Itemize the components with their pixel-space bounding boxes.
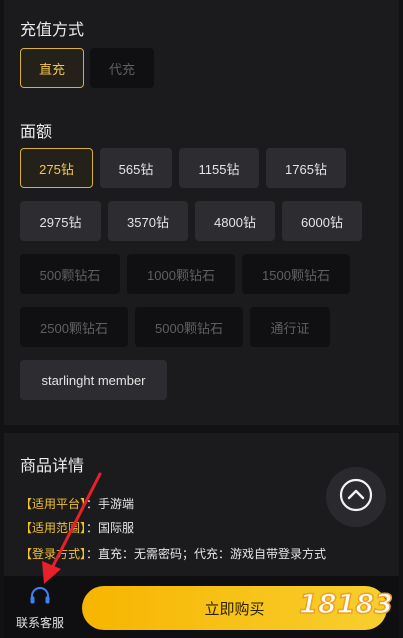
detail-separator: ：: [86, 521, 99, 535]
denomination-option-3570[interactable]: 3570钻: [108, 201, 188, 241]
detail-row-scope: 【适用范围】：国际服: [20, 519, 134, 536]
denomination-option-275[interactable]: 275钻: [20, 148, 93, 188]
denomination-option-1765[interactable]: 1765钻: [266, 148, 346, 188]
recharge-method-title: 充值方式: [20, 22, 85, 39]
denomination-title: 面额: [20, 124, 53, 141]
denomination-option-starlight-member[interactable]: starlinght member: [20, 360, 167, 400]
denomination-option-565[interactable]: 565钻: [100, 148, 172, 188]
watermark-text: 18183: [299, 589, 393, 620]
denomination-option-pass[interactable]: 通行证: [250, 307, 330, 347]
customer-service-label: 联系客服: [15, 615, 64, 630]
detail-key: 【适用平台】: [20, 497, 87, 511]
detail-row-login: 【登录方式】：直充：无需密码；代充：游戏自带登录方式: [20, 545, 326, 562]
detail-separator: ：: [86, 497, 99, 511]
recharge-option-proxy[interactable]: 代充: [90, 48, 154, 88]
denomination-option-5000-diamonds[interactable]: 5000颗钻石: [135, 307, 243, 347]
customer-service-button[interactable]: 联系客服: [10, 582, 70, 634]
detail-key: 【登录方式】: [20, 547, 87, 561]
detail-value: 手游端: [98, 497, 135, 511]
site-watermark-logo: 18183: [296, 580, 396, 624]
denomination-option-1500-diamonds[interactable]: 1500颗钻石: [242, 254, 350, 294]
detail-separator: ：: [86, 547, 99, 561]
detail-row-platform: 【适用平台】：手游端: [20, 495, 134, 512]
denomination-option-500-diamonds[interactable]: 500颗钻石: [20, 254, 120, 294]
scroll-to-top-button[interactable]: [326, 467, 386, 527]
denomination-option-1155[interactable]: 1155钻: [179, 148, 259, 188]
purchase-options-panel: 充值方式 直充 代充 面额 275钻 565钻 1155钻 1765钻 2975…: [4, 0, 399, 425]
denomination-option-4800[interactable]: 4800钻: [195, 201, 275, 241]
product-details-title: 商品详情: [20, 458, 85, 475]
detail-value: 直充：无需密码；代充：游戏自带登录方式: [98, 547, 327, 561]
recharge-option-direct[interactable]: 直充: [20, 48, 84, 88]
denomination-option-6000[interactable]: 6000钻: [282, 201, 362, 241]
detail-value: 国际服: [98, 521, 135, 535]
chevron-up-icon: [339, 478, 373, 517]
denomination-option-2500-diamonds[interactable]: 2500颗钻石: [20, 307, 128, 347]
headset-icon: [29, 586, 51, 611]
denomination-option-1000-diamonds[interactable]: 1000颗钻石: [127, 254, 235, 294]
denomination-option-2975[interactable]: 2975钻: [20, 201, 101, 241]
detail-key: 【适用范围】: [20, 521, 87, 535]
